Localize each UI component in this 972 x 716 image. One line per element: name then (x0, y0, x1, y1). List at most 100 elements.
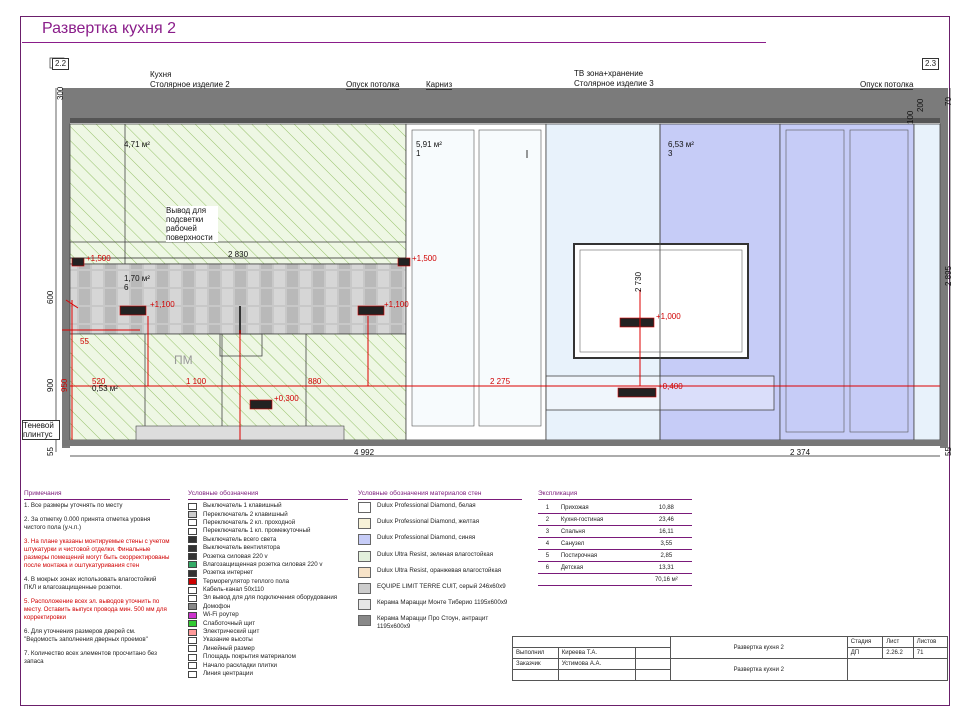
explication-cell: 23,46 (640, 513, 692, 526)
legend-item-label: Влагозащищенная розетка силовая 220 v (203, 560, 323, 568)
material-item: Керама Марацци Монте Тиберио 1195х600х9 (358, 599, 522, 615)
area-tall-num: 1 (416, 149, 421, 158)
label-joinery-3: Столярное изделие 3 (574, 79, 654, 88)
explication-cell: Кухня-гостиная (556, 513, 641, 526)
note-1: 1. Все размеры уточнять по месту (24, 502, 123, 509)
label-tv-zone: ТВ зона+хранение (574, 69, 644, 78)
left-wall (62, 88, 70, 448)
note-3: 3. На плане указаны монтируемые стены с … (24, 538, 170, 569)
dim-600: 600 (46, 290, 55, 304)
view-mark-right: 2.3 (922, 58, 940, 70)
stamp-sheet-name-1: Развертка кухня 2 (669, 636, 848, 659)
legend-item: Эл вывод для для подключения оборудовани… (188, 594, 348, 602)
material-swatch (358, 534, 371, 546)
dim-2895: 2 895 (944, 265, 953, 286)
legend-symbol-icon (188, 569, 197, 577)
height-mark-3: +1,100 (150, 300, 175, 309)
legend-symbol-icon (188, 561, 197, 569)
legend-item-label: Выключатель всего света (203, 535, 277, 543)
label-kitchen: Кухня (150, 70, 172, 79)
material-label: Dulux Ultra Resist, оранжевая влагостойк… (377, 566, 502, 574)
stamp-customer-name: Устимова А.А. (557, 658, 636, 670)
right-wardrobe (779, 123, 915, 441)
legend-item-label: Домофон (203, 602, 231, 610)
label-light-outlet: Вывод для подсветки рабочей поверхности (166, 206, 218, 242)
explication-cell: 4 (538, 537, 557, 550)
legend-item: Переключатель 2 кл. проходной (188, 519, 348, 527)
legend-item: Линия центрации (188, 670, 348, 678)
explication-title: Экспликация (538, 490, 692, 500)
stamp-stage-value: ДП (846, 647, 884, 659)
material-swatch (358, 582, 371, 594)
legend-item-label: Розетка силовая 220 v (203, 552, 268, 560)
explication-row: 4 Санузел 3,55 (538, 537, 692, 550)
explication-row: 6 Детская 13,31 (538, 561, 692, 574)
dim-300: 300 (56, 86, 65, 100)
stamp-performed-label: Выполнил (512, 647, 559, 659)
legend-item-label: Переключатель 2 клавишный (203, 510, 288, 518)
explication-cell: Детская (556, 561, 641, 574)
legend-list: Выключатель 1 клавишный Переключатель 2 к… (188, 502, 348, 678)
legend-item: Выключатель всего света (188, 536, 348, 544)
legend-symbol-icon (188, 519, 197, 527)
area-tv-num: 3 (668, 149, 673, 158)
height-mark-7: +0,400 (658, 382, 683, 391)
legend-symbol-icon (188, 536, 197, 544)
dim-70: 70 (944, 97, 953, 106)
stamp-performed-name: Киреева Т.А. (557, 647, 636, 659)
explication-row: 3 Спальня 16,11 (538, 525, 692, 538)
dim-880: 880 (308, 377, 322, 386)
material-label: Dulux Professional Diamond, синяя (377, 534, 476, 542)
legend-symbol-icon (188, 586, 197, 594)
dim-1100: 1 100 (186, 377, 207, 386)
legend-symbol-icon (188, 511, 197, 519)
legend-symbol-icon (188, 594, 197, 602)
legend-item: Розетка интернет (188, 569, 348, 577)
material-item: Dulux Professional Diamond, синяя (358, 534, 522, 550)
lower-cabinets (69, 333, 407, 441)
legend-symbol-icon (188, 653, 197, 661)
legend-item-label: Переключатель 2 кл. проходной (203, 518, 296, 526)
area-backsplash-num: 6 (124, 283, 129, 292)
backsplash-tile (69, 263, 407, 335)
legend-item: Линейный размер (188, 645, 348, 653)
legend-symbol-icon (188, 662, 197, 670)
material-swatch (358, 615, 371, 627)
label-ceiling-drop-right: Опуск потолка (860, 80, 914, 90)
legend-symbol-icon (188, 645, 197, 653)
legend-item-label: Терморегулятор теплого пола (203, 577, 290, 585)
legend-symbol-icon (188, 670, 197, 678)
legend-item: Домофон (188, 603, 348, 611)
legend-item-label: Начало раскладки плитки (203, 661, 277, 669)
legend-item-label: Слаботочный щит (203, 619, 256, 627)
explication-cell: 2 (538, 513, 557, 526)
notes-block: Примечания 1. Все размеры уточнять по ме… (24, 490, 170, 672)
legend-title: Условные обозначения (188, 490, 348, 500)
material-item: Dulux Ultra Resist, зеленая влагостойкая (358, 550, 522, 567)
dim-900: 900 (46, 378, 55, 392)
legend-item: Переключатель 2 клавишный (188, 510, 348, 519)
legend-symbol-icon (188, 502, 197, 510)
explication-cell: 3 (538, 525, 557, 538)
legend-item: Выключатель вентилятора (188, 544, 348, 552)
material-swatch (358, 502, 371, 513)
material-swatch (358, 550, 371, 562)
explication-block: Экспликация 1 Прихожая 10,88 2 Кухня-гостина… (538, 490, 692, 586)
dim-55: 55 (80, 337, 89, 346)
legend-item-label: Переключатель 1 кл. промежуточный (203, 527, 311, 535)
material-swatch (358, 518, 371, 530)
legend-item: Начало раскладки плитки (188, 661, 348, 670)
height-mark-2: +1,500 (412, 254, 437, 263)
height-mark-4: +1,100 (384, 300, 409, 309)
tv-niche (573, 243, 749, 359)
legend-symbol-icon (188, 527, 197, 535)
materials-list: Dulux Professional Diamond, белая Dulux P… (358, 502, 522, 632)
material-label: Керама Марацци Про Стоун, антрацит 1195х… (377, 615, 489, 631)
drawing-sheet: Развертка кухня 2 2.2 2.3 Кухня Столярно… (0, 0, 972, 716)
legend-item: Влагозащищенная розетка силовая 220 v (188, 561, 348, 569)
dim-2730: 2 730 (634, 271, 643, 292)
material-label: EQUIPE LIMIT TERRE CUIT, серый 246х60х9 (377, 582, 506, 590)
explication-cell: Постирочная (556, 549, 641, 562)
height-mark-6: +1,000 (656, 312, 681, 321)
explication-row: 5 Постирочная 2,85 (538, 549, 692, 562)
